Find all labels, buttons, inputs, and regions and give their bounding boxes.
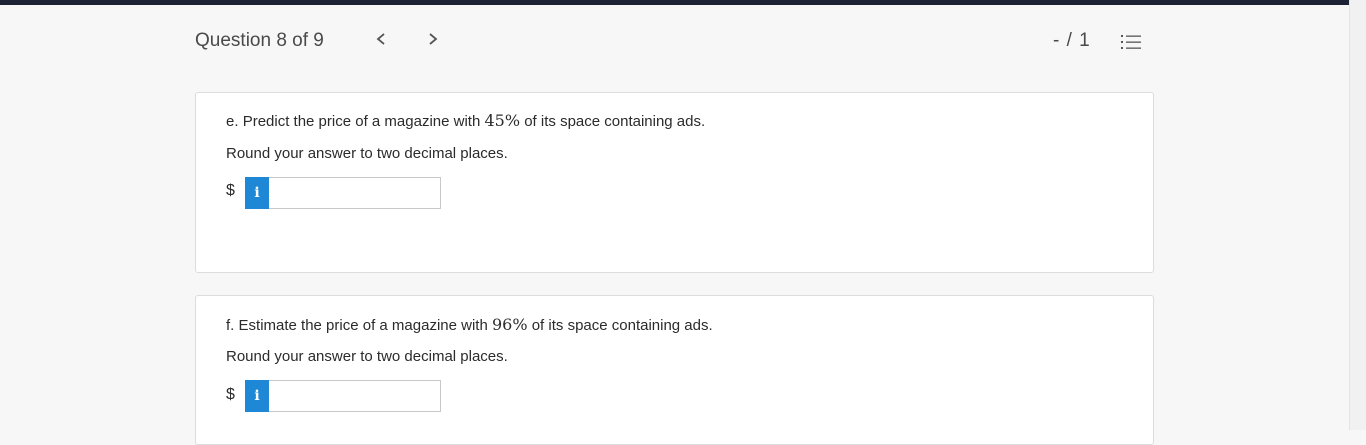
answer-input-e[interactable]: [269, 177, 441, 209]
percent-value: 96%: [491, 315, 528, 334]
prompt-text-after: of its space containing ads.: [531, 317, 713, 334]
question-header: Question 8 of 9 - / 1: [0, 5, 1349, 75]
prompt-text-after: of its space containing ads.: [524, 113, 706, 130]
chevron-left-icon[interactable]: [376, 29, 386, 49]
info-icon[interactable]: i: [245, 380, 269, 412]
question-part-f: f. Estimate the price of a magazine with…: [195, 295, 1154, 445]
currency-symbol: $: [226, 386, 235, 403]
prompt-text-before: Estimate the price of a magazine with: [238, 317, 488, 334]
question-list-icon[interactable]: [1121, 34, 1141, 55]
prompt-text-before: Predict the price of a magazine with: [242, 113, 481, 130]
percent-value: 45%: [484, 111, 521, 130]
part-letter: f.: [226, 317, 235, 334]
rounding-instruction: Round your answer to two decimal places.: [226, 145, 508, 162]
part-letter: e.: [226, 113, 239, 130]
currency-symbol: $: [226, 182, 235, 199]
question-counter: Question 8 of 9: [195, 30, 324, 51]
rounding-instruction: Round your answer to two decimal places.: [226, 348, 508, 365]
answer-input-f[interactable]: [269, 380, 441, 412]
chevron-right-icon[interactable]: [428, 29, 438, 49]
question-prompt-e: e. Predict the price of a magazine with …: [226, 111, 705, 130]
question-part-e: e. Predict the price of a magazine with …: [195, 92, 1154, 273]
vertical-scrollbar[interactable]: [1349, 0, 1366, 430]
score-display: - / 1: [1053, 30, 1091, 51]
question-prompt-f: f. Estimate the price of a magazine with…: [226, 315, 713, 334]
info-icon[interactable]: i: [245, 177, 269, 209]
